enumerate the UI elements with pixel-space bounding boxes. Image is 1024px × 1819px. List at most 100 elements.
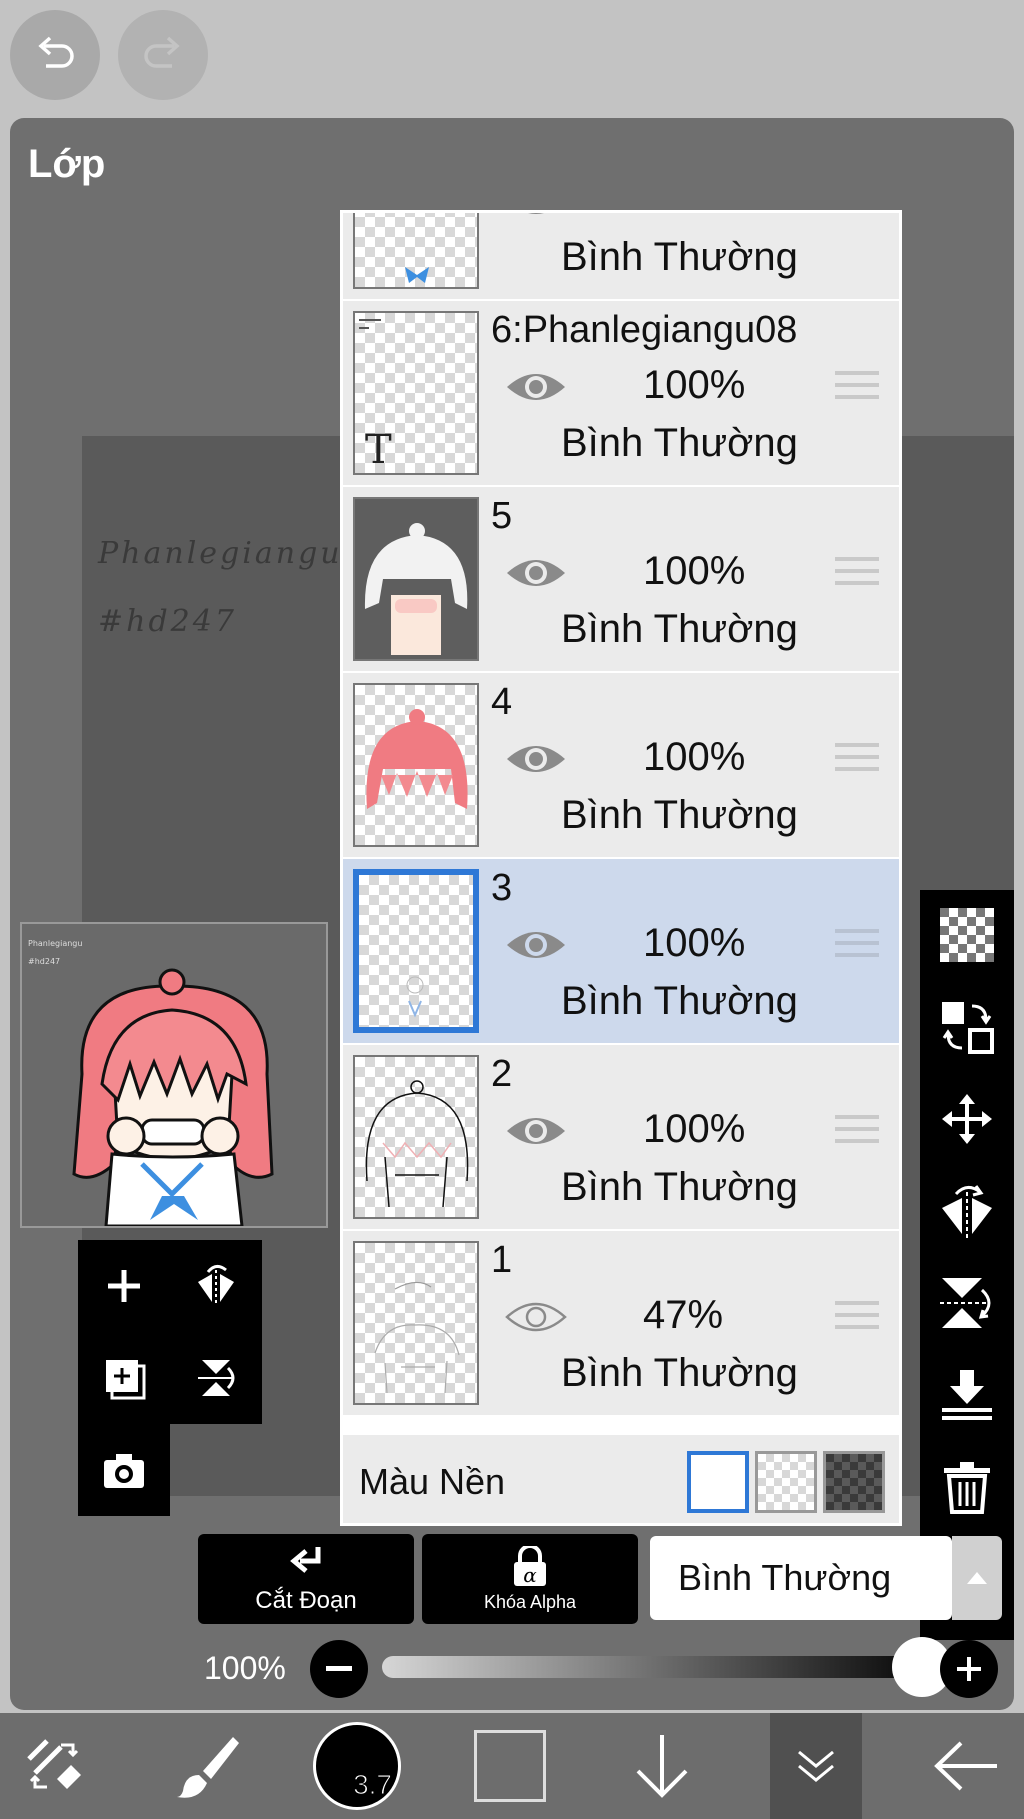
- camera-button[interactable]: [78, 1424, 170, 1516]
- drag-handle-icon[interactable]: [835, 371, 879, 403]
- layer-row-1[interactable]: 1 47% Bình Thường: [343, 1231, 899, 1417]
- layer-blend-mode[interactable]: Bình Thường: [561, 793, 798, 838]
- layer-row-6[interactable]: T 6:Phanlegiangu08 100% Bình Thường: [343, 301, 899, 487]
- layer-blend-mode[interactable]: Bình Thường: [561, 1351, 798, 1396]
- color-swatch: [474, 1730, 546, 1802]
- layer-row-3[interactable]: 3 100% Bình Thường: [343, 859, 899, 1045]
- flip-vertical-right-button[interactable]: [936, 1272, 998, 1334]
- eye-icon[interactable]: [505, 367, 567, 407]
- blend-mode-dropdown-button[interactable]: [952, 1536, 1002, 1620]
- layer-blend-mode[interactable]: Bình Thường: [561, 421, 798, 466]
- white-background-swatch[interactable]: [687, 1451, 749, 1513]
- layer-blend-mode[interactable]: Bình Thường: [561, 235, 798, 280]
- arrow-down-icon: [636, 1735, 688, 1798]
- eye-icon[interactable]: [505, 553, 567, 593]
- right-tool-bar: [920, 890, 1014, 1640]
- blend-mode-select[interactable]: Bình Thường: [650, 1536, 952, 1620]
- download-button[interactable]: [622, 1713, 702, 1819]
- minus-icon: [326, 1666, 352, 1671]
- layer-name: 2: [491, 1053, 513, 1095]
- layer-row-7[interactable]: 100% Bình Thường: [343, 210, 899, 301]
- redo-icon: [144, 36, 180, 68]
- layer-name: 3: [491, 867, 513, 909]
- layer-thumbnail: T: [353, 311, 479, 475]
- layer-opacity[interactable]: 100%: [643, 549, 745, 594]
- select-transform-button[interactable]: [14, 1713, 94, 1819]
- bow-icon: [405, 267, 429, 283]
- canvas-preview[interactable]: Phanlegiangu #hd247: [20, 922, 328, 1228]
- sketch-thumb: [406, 976, 424, 1018]
- layer-name: 4: [491, 681, 513, 723]
- drag-handle-icon[interactable]: [835, 213, 879, 217]
- delete-layer-button[interactable]: [936, 1456, 998, 1518]
- light-checker-swatch[interactable]: [755, 1451, 817, 1513]
- eye-icon[interactable]: [505, 739, 567, 779]
- swap-layer-button[interactable]: [936, 996, 998, 1058]
- checker-icon: [940, 908, 994, 962]
- opacity-decrease-button[interactable]: [310, 1640, 368, 1698]
- trash-icon: [944, 1462, 990, 1514]
- layer-opacity[interactable]: 47%: [643, 1293, 723, 1338]
- layer-list[interactable]: 100% Bình Thường T 6:Phanlegiangu08 100%…: [340, 210, 902, 1526]
- swap-icon: [942, 1002, 994, 1054]
- undo-icon: [38, 36, 74, 68]
- layer-opacity[interactable]: 100%: [643, 1107, 745, 1152]
- layer-thumbnail: [353, 683, 479, 847]
- layer-thumbnail: [353, 497, 479, 661]
- character-illustration: Phanlegiangu #hd247: [22, 924, 326, 1228]
- flip-horizontal-button[interactable]: [170, 1240, 262, 1332]
- layer-opacity[interactable]: 100%: [643, 735, 745, 780]
- lineart-thumb: [365, 1080, 469, 1208]
- eye-outline-icon[interactable]: [505, 1297, 567, 1337]
- brush-size-button[interactable]: 3.7: [310, 1713, 404, 1819]
- clip-label: Cắt Đoạn: [255, 1587, 357, 1614]
- layer-opacity[interactable]: 100%: [643, 363, 745, 408]
- opacity-slider[interactable]: [382, 1637, 952, 1697]
- layer-blend-mode[interactable]: Bình Thường: [561, 1165, 798, 1210]
- back-button[interactable]: [926, 1713, 1006, 1819]
- flip-vertical-icon: [940, 1278, 991, 1328]
- layer-row-5[interactable]: 5 100% Bình Thường: [343, 487, 899, 673]
- drag-handle-icon[interactable]: [835, 1115, 879, 1147]
- layer-blend-mode[interactable]: Bình Thường: [561, 607, 798, 652]
- alpha-lock-button[interactable]: α Khóa Alpha: [422, 1534, 638, 1624]
- brush-tool-button[interactable]: [168, 1713, 248, 1819]
- flip-vertical-button[interactable]: [170, 1332, 262, 1424]
- brush-icon: [177, 1737, 239, 1798]
- layer-row-2[interactable]: 2 100% Bình Thường: [343, 1045, 899, 1231]
- add-layer-button[interactable]: [78, 1240, 170, 1332]
- undo-button[interactable]: [10, 10, 100, 100]
- layer-menu-button[interactable]: [770, 1713, 862, 1819]
- drag-handle-icon[interactable]: [835, 743, 879, 775]
- layer-thumbnail: [353, 213, 479, 289]
- caret-up-icon: [967, 1572, 987, 1584]
- brush-size-value: 3.7: [353, 1769, 393, 1801]
- eye-icon[interactable]: [505, 210, 567, 221]
- duplicate-layer-button[interactable]: [78, 1332, 170, 1424]
- move-button[interactable]: [936, 1088, 998, 1150]
- drag-handle-icon[interactable]: [835, 557, 879, 589]
- opacity-increase-button[interactable]: [940, 1640, 998, 1698]
- canvas-text-line1: Phanlegiangu: [98, 536, 343, 571]
- redo-button[interactable]: [118, 10, 208, 100]
- layer-row-4[interactable]: 4 100% Bình Thường: [343, 673, 899, 859]
- dark-checker-swatch[interactable]: [823, 1451, 885, 1513]
- double-chevron-down-icon: [798, 1750, 834, 1782]
- color-button[interactable]: [470, 1713, 550, 1819]
- layer-thumbnail: [353, 1241, 479, 1405]
- drag-handle-icon[interactable]: [835, 1301, 879, 1333]
- layer-blend-mode[interactable]: Bình Thường: [561, 979, 798, 1024]
- flip-horizontal-right-button[interactable]: [936, 1180, 998, 1242]
- layer-thumbnail: [353, 869, 479, 1033]
- eye-icon[interactable]: [505, 1111, 567, 1151]
- drag-handle-icon[interactable]: [835, 929, 879, 961]
- merge-down-button[interactable]: [936, 1364, 998, 1426]
- text-layer-thumb: T: [359, 319, 392, 473]
- layer-opacity[interactable]: 100%: [643, 921, 745, 966]
- canvas-text-line2: #hd247: [98, 604, 237, 639]
- layer-name: 6:Phanlegiangu08: [491, 309, 798, 351]
- eye-icon[interactable]: [505, 925, 567, 965]
- clip-button[interactable]: Cắt Đoạn: [198, 1534, 414, 1624]
- layer-opacity[interactable]: 100%: [643, 213, 745, 222]
- transparency-button[interactable]: [936, 904, 998, 966]
